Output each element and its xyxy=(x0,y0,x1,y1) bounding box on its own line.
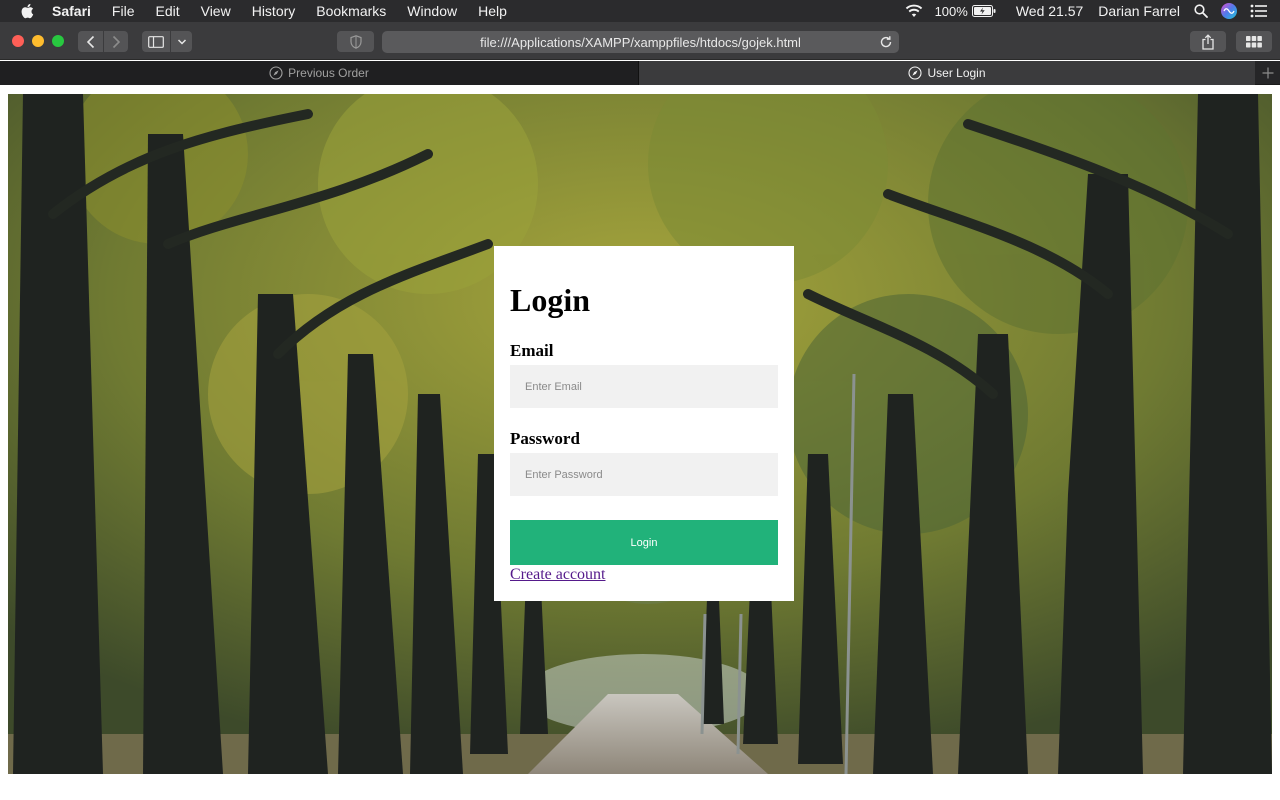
tab-overview-icon xyxy=(1246,35,1262,47)
menu-file[interactable]: File xyxy=(112,3,135,19)
chevron-down-icon xyxy=(177,38,186,45)
create-account-link[interactable]: Create account xyxy=(510,566,606,584)
menu-edit[interactable]: Edit xyxy=(155,3,179,19)
compass-icon xyxy=(908,66,923,80)
wifi-icon[interactable] xyxy=(905,4,923,18)
spotlight-search-icon[interactable] xyxy=(1194,4,1208,18)
web-page: Login Email Password Login Create accoun… xyxy=(0,86,1280,800)
menu-bookmarks[interactable]: Bookmarks xyxy=(316,3,386,19)
tab-bar: Previous Order User Login xyxy=(0,61,1280,85)
privacy-report-button[interactable] xyxy=(337,31,374,52)
siri-icon[interactable] xyxy=(1220,2,1238,20)
password-field[interactable] xyxy=(510,453,778,496)
sidebar-icon xyxy=(148,35,164,48)
back-button[interactable] xyxy=(78,31,103,52)
plus-icon xyxy=(1262,67,1274,79)
notification-center-icon[interactable] xyxy=(1250,4,1268,18)
tab-previous-order[interactable]: Previous Order xyxy=(0,61,639,85)
login-card: Login Email Password Login Create accoun… xyxy=(494,246,794,601)
email-label: Email xyxy=(510,341,554,360)
password-label: Password xyxy=(510,429,580,448)
menu-app-safari[interactable]: Safari xyxy=(52,3,91,19)
sidebar-menu-button[interactable] xyxy=(171,31,192,52)
menu-history[interactable]: History xyxy=(252,3,296,19)
tab-user-login[interactable]: User Login xyxy=(639,61,1255,85)
compass-icon xyxy=(269,66,283,80)
menu-help[interactable]: Help xyxy=(478,3,507,19)
status-area: 100% Wed 21.57 Darian Farrel xyxy=(905,0,1280,22)
battery-icon[interactable] xyxy=(971,5,996,17)
apple-icon[interactable] xyxy=(20,3,34,19)
battery-percentage: 100% xyxy=(934,3,968,19)
address-bar[interactable]: file:///Applications/XAMPP/xamppfiles/ht… xyxy=(382,31,899,53)
login-button[interactable]: Login xyxy=(510,520,778,565)
forward-button[interactable] xyxy=(104,31,128,52)
user-name[interactable]: Darian Farrel xyxy=(1098,3,1180,19)
forward-icon xyxy=(112,35,121,48)
share-button[interactable] xyxy=(1190,31,1226,52)
reload-icon[interactable] xyxy=(878,34,894,50)
menu-bar: Safari File Edit View History Bookmarks … xyxy=(0,0,1280,22)
login-title: Login xyxy=(510,282,591,318)
window-minimize-button[interactable] xyxy=(32,35,44,47)
address-url: file:///Applications/XAMPP/xamppfiles/ht… xyxy=(480,34,801,50)
privacy-shield-icon xyxy=(349,34,362,49)
clock[interactable]: Wed 21.57 xyxy=(1016,3,1083,19)
back-icon xyxy=(86,35,94,48)
tab-overview-button[interactable] xyxy=(1236,31,1272,52)
window-fullscreen-button[interactable] xyxy=(52,35,64,47)
browser-toolbar: file:///Applications/XAMPP/xamppfiles/ht… xyxy=(0,22,1280,60)
new-tab-button[interactable] xyxy=(1256,61,1280,85)
menu-window[interactable]: Window xyxy=(407,3,457,19)
window-close-button[interactable] xyxy=(12,35,24,47)
tab-label: User Login xyxy=(927,66,986,80)
sidebar-toggle-button[interactable] xyxy=(142,31,170,52)
menu-view[interactable]: View xyxy=(201,3,231,19)
email-field[interactable] xyxy=(510,365,778,408)
tab-label: Previous Order xyxy=(288,66,369,80)
share-icon xyxy=(1202,33,1214,50)
